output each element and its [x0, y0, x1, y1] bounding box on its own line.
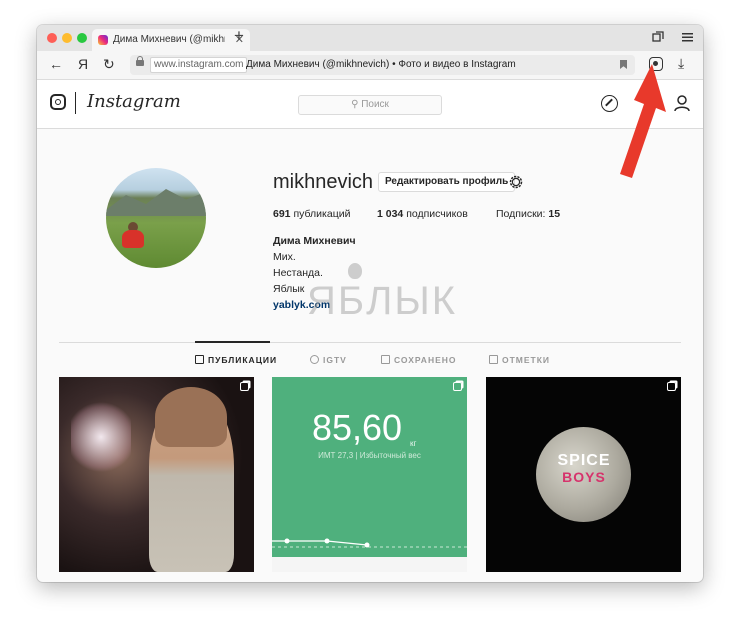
followers-count: 1 034 [377, 208, 404, 220]
tab-posts[interactable]: ПУБЛИКАЦИИ [195, 355, 277, 365]
post-girl-hair [155, 387, 227, 447]
annotation-arrow-icon [620, 64, 666, 178]
tab-instagram[interactable]: Дима Михневич (@mikhnevich) ✕ [92, 29, 250, 51]
yandex-button[interactable]: Я [78, 56, 88, 72]
tab-saved-label: СОХРАНЕНО [394, 355, 457, 365]
address-domain: www.instagram.com [150, 57, 248, 73]
tab-saved[interactable]: СОХРАНЕНО [381, 355, 457, 365]
moon-text-spice: SPICE [557, 452, 611, 469]
bio-line: Мих. [273, 251, 296, 263]
post-bottom-strip [272, 557, 467, 572]
tab-igtv[interactable]: IGTV [310, 355, 347, 365]
tabs-divider [59, 342, 681, 343]
post-thumbnail[interactable]: 85,60 кг ИМТ 27,3 | Избыточный вес [272, 377, 467, 572]
settings-gear-icon[interactable] [508, 174, 524, 190]
carousel-icon [453, 382, 462, 391]
instagram-favicon-icon [98, 35, 108, 45]
weight-subtitle: ИМТ 27,3 | Избыточный вес [318, 451, 421, 460]
following-count: 15 [548, 208, 561, 220]
post-thumbnail[interactable]: SPICE BOYS [486, 377, 681, 572]
tab-tagged-label: ОТМЕТКИ [502, 355, 551, 365]
reload-button[interactable]: ↻ [103, 56, 115, 73]
tab-bar: Дима Михневич (@mikhnevich) ✕ + [37, 25, 703, 51]
followers-label: подписчиков [403, 208, 468, 220]
tab-posts-label: ПУБЛИКАЦИИ [208, 355, 278, 365]
weight-value: 85,60 [311, 407, 403, 448]
posts-stat: 691 публикаций [273, 208, 350, 220]
profile-avatar[interactable] [106, 168, 206, 268]
profile-username: mikhnevich [273, 171, 374, 193]
edit-profile-button[interactable]: Редактировать профиль [378, 172, 516, 192]
avatar-mountains [106, 189, 206, 216]
download-button[interactable]: ⤓ [678, 55, 684, 72]
zoom-window-button[interactable] [77, 33, 87, 43]
minimize-window-button[interactable] [62, 33, 72, 43]
close-window-button[interactable] [47, 33, 57, 43]
following-label: Подписки: [496, 208, 549, 220]
tab-igtv-label: IGTV [323, 355, 347, 365]
search-input[interactable]: ⚲ Поиск [298, 95, 442, 115]
bookmark-tab-icon [381, 355, 390, 364]
back-button[interactable]: ← [49, 56, 63, 72]
carousel-icon [240, 382, 249, 391]
profile-full-name: Дима Михневич [273, 235, 356, 247]
tab-tagged[interactable]: ОТМЕТКИ [489, 355, 550, 365]
new-tab-button[interactable]: + [234, 26, 244, 46]
bio-line: Яблык [273, 283, 305, 295]
posts-count: 691 [273, 208, 291, 220]
followers-stat[interactable]: 1 034 подписчиков [377, 208, 468, 220]
watermark-apple-icon [348, 263, 362, 279]
watermark: ЯБЛЫК [307, 279, 458, 323]
post-decoration [71, 397, 131, 477]
logo-divider [75, 92, 76, 114]
address-page-title: Дима Михневич (@mikhnevich) • Фото и вид… [246, 59, 516, 70]
instagram-wordmark[interactable]: Instagram [87, 91, 181, 112]
grid-icon [195, 355, 204, 364]
igtv-icon [310, 355, 319, 364]
post-thumbnail[interactable] [59, 377, 254, 572]
lock-icon [136, 56, 144, 66]
following-stat[interactable]: Подписки: 15 [496, 208, 560, 220]
menu-icon[interactable] [682, 32, 693, 42]
instagram-logo-icon[interactable] [50, 94, 66, 110]
bio-line: Нестанда. [273, 267, 323, 279]
address-bar[interactable]: www.instagram.com Дима Михневич (@mikhne… [130, 55, 635, 75]
tabs-icon[interactable] [652, 31, 664, 43]
tagged-icon [489, 355, 498, 364]
posts-label: публикаций [290, 208, 351, 220]
avatar-person [122, 230, 144, 248]
weight-unit: кг [410, 439, 417, 448]
active-tab-indicator [195, 341, 270, 343]
profile-user-icon[interactable] [673, 94, 691, 112]
moon-text-boys: BOYS [562, 469, 606, 485]
tab-title: Дима Михневич (@mikhnevich) [113, 34, 225, 45]
carousel-icon [667, 382, 676, 391]
